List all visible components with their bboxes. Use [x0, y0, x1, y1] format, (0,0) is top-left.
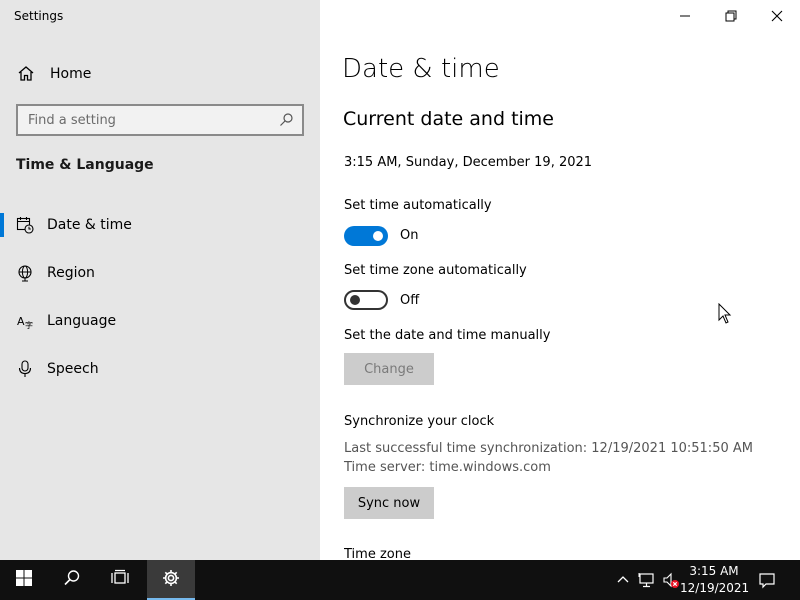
sidebar-item-date-time[interactable]: Date & time	[0, 203, 320, 247]
microphone-icon	[16, 360, 34, 378]
search-input[interactable]	[28, 112, 278, 128]
section-title: Time & Language	[16, 157, 154, 173]
last-sync-text: Last successful time synchronization: 12…	[344, 441, 753, 456]
task-view-button[interactable]	[96, 560, 144, 600]
minimize-button[interactable]	[662, 0, 708, 32]
auto-timezone-toggle[interactable]	[344, 290, 388, 310]
taskbar-clock[interactable]: 3:15 AM 12/19/2021	[680, 563, 750, 597]
sync-now-button[interactable]: Sync now	[344, 487, 434, 519]
time-server-text: Time server: time.windows.com	[344, 460, 551, 475]
restore-icon	[725, 7, 737, 26]
sync-clock-title: Synchronize your clock	[344, 414, 495, 429]
gear-icon	[162, 569, 180, 591]
home-icon	[16, 64, 36, 84]
taskbar-search-button[interactable]	[48, 560, 96, 600]
time-zone-title: Time zone	[344, 547, 411, 560]
auto-timezone-label: Set time zone automatically	[344, 263, 527, 278]
network-icon[interactable]	[638, 571, 656, 589]
sidebar-item-language[interactable]: A字 Language	[0, 299, 320, 343]
home-nav-item[interactable]: Home	[14, 62, 314, 86]
clock-date: 12/19/2021	[680, 581, 750, 595]
clock-time: 3:15 AM	[689, 564, 739, 578]
sidebar: Settings Home Time & Language Date & tim…	[0, 0, 320, 560]
search-icon	[63, 569, 81, 591]
close-button[interactable]	[754, 0, 800, 32]
sidebar-item-speech[interactable]: Speech	[0, 347, 320, 391]
close-icon	[771, 7, 783, 26]
page-title: Date & time	[342, 54, 500, 84]
taskbar: 3:15 AM 12/19/2021	[0, 560, 800, 600]
sidebar-item-label: Region	[47, 265, 95, 281]
globe-icon	[16, 264, 34, 282]
mouse-cursor-icon	[718, 302, 732, 325]
windows-logo-icon	[15, 569, 33, 591]
volume-muted-icon[interactable]	[662, 571, 680, 589]
taskbar-settings-app[interactable]	[147, 560, 195, 600]
sidebar-item-label: Speech	[47, 361, 99, 377]
sidebar-item-region[interactable]: Region	[0, 251, 320, 295]
search-icon[interactable]	[278, 112, 294, 128]
manual-time-label: Set the date and time manually	[344, 328, 551, 343]
current-datetime: 3:15 AM, Sunday, December 19, 2021	[344, 155, 593, 170]
svg-text:字: 字	[25, 320, 33, 330]
chevron-up-icon[interactable]	[614, 571, 632, 589]
task-view-icon	[111, 569, 129, 591]
change-button[interactable]: Change	[344, 353, 434, 385]
restore-button[interactable]	[708, 0, 754, 32]
app-title: Settings	[14, 9, 64, 23]
calendar-clock-icon	[16, 216, 34, 234]
sidebar-item-label: Date & time	[47, 217, 132, 233]
minimize-icon	[679, 7, 691, 26]
sidebar-item-label: Language	[47, 313, 117, 329]
notifications-icon[interactable]	[758, 571, 776, 589]
auto-time-label: Set time automatically	[344, 198, 492, 213]
auto-time-state: On	[400, 228, 419, 243]
home-label: Home	[50, 66, 92, 82]
section-heading-current: Current date and time	[343, 108, 554, 130]
svg-text:A: A	[17, 315, 25, 328]
start-button[interactable]	[0, 560, 48, 600]
language-icon: A字	[16, 312, 34, 330]
auto-time-toggle[interactable]	[344, 226, 388, 246]
search-box[interactable]	[16, 104, 304, 136]
auto-timezone-state: Off	[400, 293, 420, 308]
